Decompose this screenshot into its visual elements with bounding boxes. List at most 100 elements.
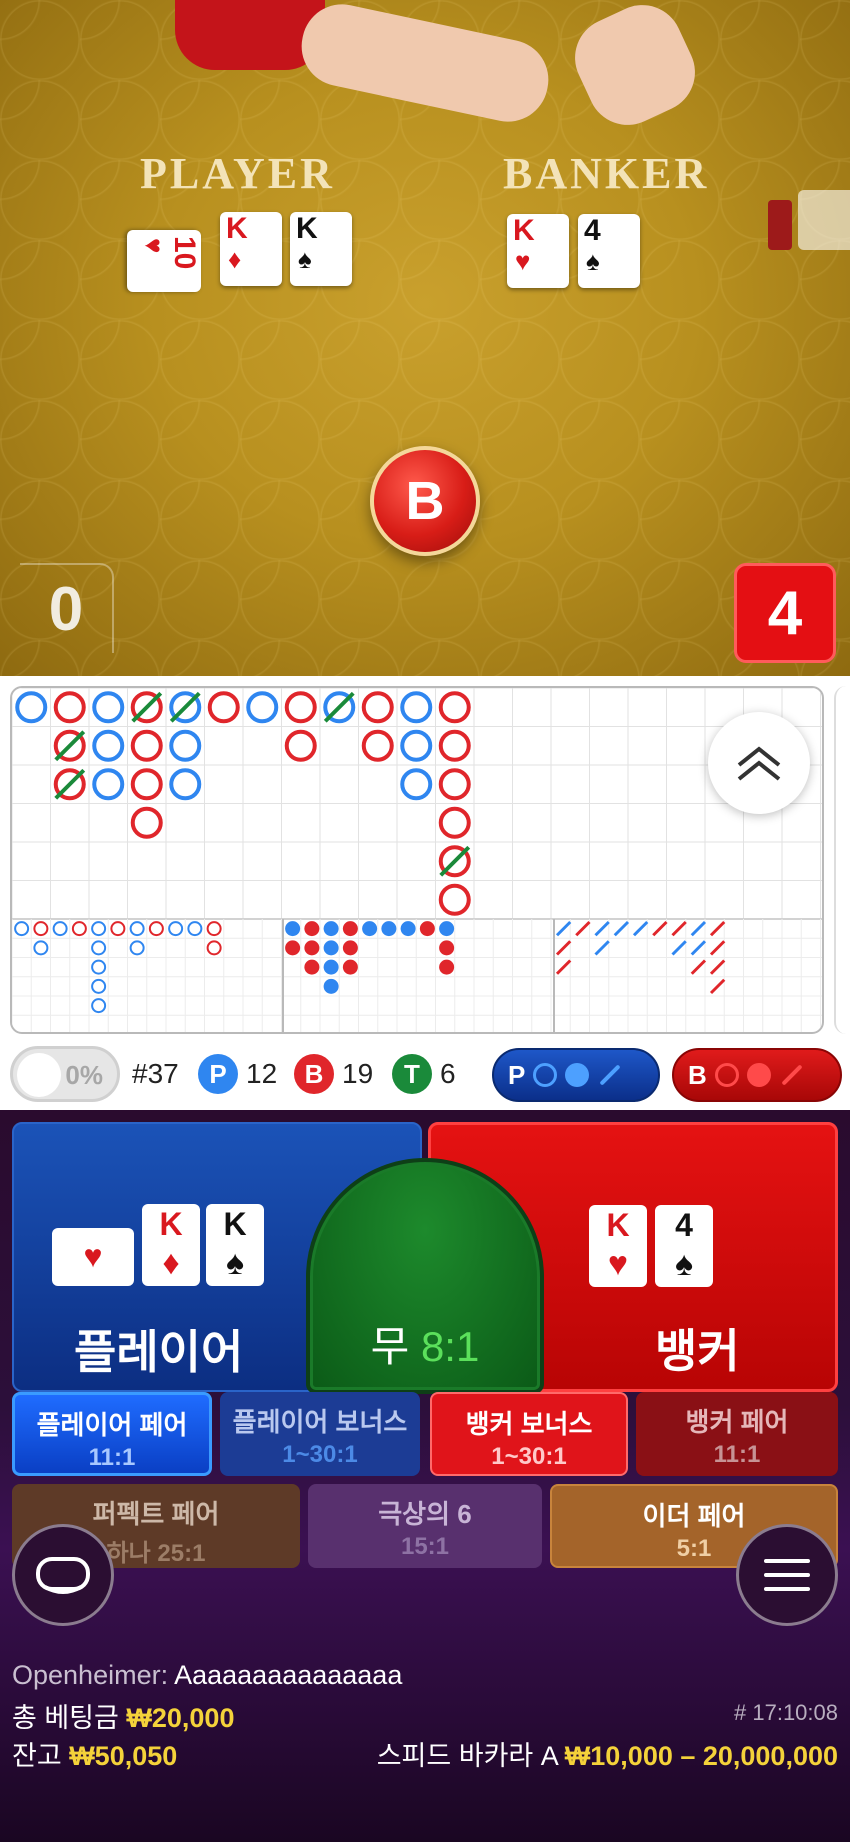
table-player-card-2: K ♦ xyxy=(220,212,282,286)
hamburger-menu-icon xyxy=(764,1559,810,1591)
banker-eye-marker xyxy=(206,921,222,937)
banker-count: 19 xyxy=(342,1058,374,1089)
total-bet-value: ₩20,000 xyxy=(126,1703,235,1733)
player-eye-marker xyxy=(168,921,184,937)
banker-predict-label: B xyxy=(688,1059,707,1090)
banker-eye-marker xyxy=(71,921,87,937)
player-roach-marker xyxy=(690,920,707,937)
banker-roach-marker xyxy=(709,959,726,975)
banker-bonus-bet[interactable]: 뱅커 보너스 1~30:1 xyxy=(430,1392,628,1476)
player-result-marker xyxy=(92,729,125,762)
banker-eye-marker xyxy=(110,921,126,937)
player-eye-marker xyxy=(91,940,107,956)
winner-marker: B xyxy=(370,446,480,556)
player-result-marker xyxy=(400,729,433,762)
player-count: 12 xyxy=(246,1058,278,1089)
player-small-marker xyxy=(381,921,397,937)
game-id: # 17:10:08 xyxy=(734,1700,838,1725)
banker-result-marker xyxy=(438,729,471,762)
predict-hollow-circle-icon xyxy=(714,1063,739,1087)
user-line: Openheimer: Aaaaaaaaaaaaaaa xyxy=(12,1660,402,1691)
banker-roach-marker xyxy=(709,978,726,995)
table-player-card-3: K ♠ xyxy=(290,212,352,286)
table-player-card-1: 10 ♥ xyxy=(127,230,201,292)
username: Aaaaaaaaaaaaaaa xyxy=(174,1660,403,1690)
player-eye-marker xyxy=(187,921,203,937)
banker-result-marker xyxy=(207,691,240,724)
banker-roach-marker xyxy=(555,940,572,956)
banker-roach-marker xyxy=(555,959,572,975)
banker-result-marker xyxy=(284,691,317,724)
round-number: #37 xyxy=(132,1058,179,1089)
player-small-marker xyxy=(323,940,339,956)
banker-table-label: BANKER xyxy=(503,149,710,198)
banker-eye-marker xyxy=(148,921,164,937)
next-panel-peek[interactable] xyxy=(834,686,850,1034)
player-eye-marker xyxy=(91,959,107,975)
player-small-marker xyxy=(362,921,378,937)
table-limits: ₩10,000 – 20,000,000 xyxy=(564,1741,838,1771)
player-card-1: ♥ xyxy=(52,1228,134,1286)
player-roach-marker xyxy=(555,920,572,937)
player-eye-marker xyxy=(129,940,145,956)
user-prefix: Openheimer: xyxy=(12,1660,169,1690)
banker-count-badge: B xyxy=(294,1054,334,1094)
banker-roach-marker xyxy=(652,920,668,937)
player-roach-marker xyxy=(613,920,630,937)
banker-result-marker xyxy=(53,691,86,724)
chat-bubble-icon xyxy=(36,1557,90,1594)
banker-small-marker xyxy=(285,940,301,956)
player-score: 0 xyxy=(20,563,114,653)
banker-eye-marker xyxy=(33,921,49,937)
player-eye-marker xyxy=(91,978,107,994)
player-small-marker xyxy=(323,978,339,994)
banker-small-marker xyxy=(342,921,358,937)
player-result-marker xyxy=(15,691,48,724)
super-six-bet[interactable]: 극상의 6 15:1 xyxy=(308,1484,542,1568)
player-table-label: PLAYER xyxy=(140,149,335,198)
player-bonus-bet[interactable]: 플레이어 보너스 1~30:1 xyxy=(220,1392,420,1476)
player-eye-marker xyxy=(14,921,30,937)
player-eye-marker xyxy=(33,940,49,956)
predict-solid-circle-icon xyxy=(565,1063,590,1087)
menu-button[interactable] xyxy=(736,1524,838,1626)
toggle-knob xyxy=(17,1053,61,1097)
banker-result-marker xyxy=(361,729,394,762)
player-eye-marker xyxy=(91,998,107,1014)
banker-roach-marker xyxy=(709,940,726,956)
banker-pair-bet[interactable]: 뱅커 페어 11:1 xyxy=(636,1392,838,1476)
banker-predict-button[interactable]: B xyxy=(672,1048,842,1102)
banker-result-marker xyxy=(130,729,163,762)
banker-result-marker xyxy=(361,691,394,724)
chat-button[interactable] xyxy=(12,1524,114,1626)
tie-bet-spot[interactable]: 무 8:1 xyxy=(306,1158,544,1394)
banker-small-marker xyxy=(439,940,455,956)
banker-eye-marker xyxy=(206,940,222,956)
player-roach-marker xyxy=(671,940,687,956)
live-video-feed: PLAYER BANKER 10 ♥ K ♦ K ♠ K ♥ 4 ♠ B 0 4 xyxy=(0,0,850,676)
player-pair-bet[interactable]: 플레이어 페어 11:1 xyxy=(12,1392,212,1476)
balance-line: 잔고 ₩50,050 xyxy=(12,1734,177,1773)
total-bet-line: 총 베팅금 ₩20,000 xyxy=(12,1696,234,1735)
banker-result-marker xyxy=(438,806,471,839)
banker-roach-marker xyxy=(709,920,726,937)
banker-result-marker xyxy=(130,768,163,801)
scoreboard-grid[interactable] xyxy=(10,686,824,1034)
betting-area: ♥ K ♦ K ♠ 플레이어 K ♥ 4 ♠ 뱅커 무 8:1 플레이어 페어 … xyxy=(0,1110,850,1842)
player-result-marker xyxy=(92,691,125,724)
predict-hollow-circle-icon xyxy=(533,1063,558,1087)
predict-slash-icon xyxy=(781,1064,803,1086)
table-banker-card-2: 4 ♠ xyxy=(578,214,640,288)
percent-toggle[interactable]: 0% xyxy=(10,1046,120,1102)
player-eye-marker xyxy=(52,921,68,937)
player-result-marker xyxy=(169,729,202,762)
banker-bet-label: 뱅커 xyxy=(655,1325,740,1377)
collapse-roadmap-button[interactable] xyxy=(708,712,810,814)
banker-result-marker xyxy=(438,768,471,801)
banker-result-marker xyxy=(438,691,471,724)
player-small-marker xyxy=(400,921,416,937)
banker-card-1: K ♥ xyxy=(589,1205,647,1287)
banker-roach-marker xyxy=(575,920,591,937)
player-predict-button[interactable]: P xyxy=(492,1048,660,1102)
roadmap-panel: 0% #37 P 12 B 19 T 6 P B xyxy=(0,676,850,1110)
